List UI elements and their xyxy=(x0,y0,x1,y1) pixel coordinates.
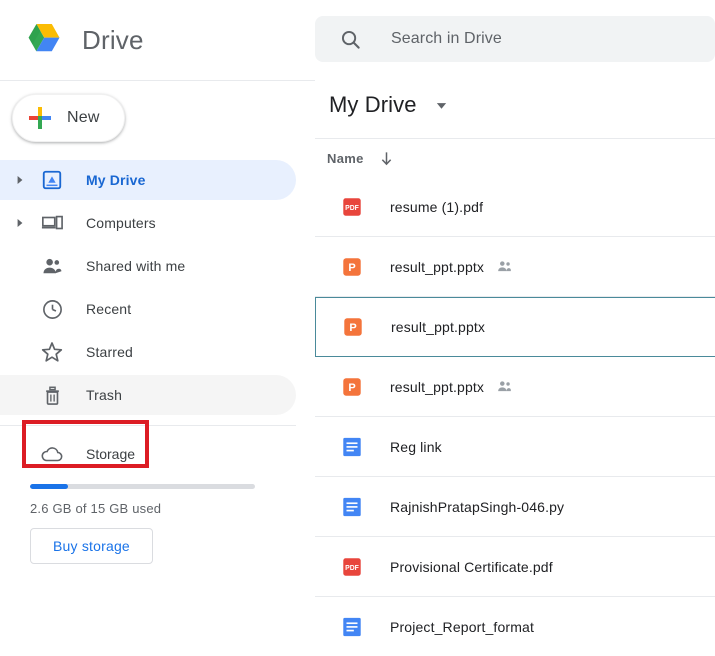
storage-progress-bar xyxy=(30,484,255,489)
sidebar-item-computers[interactable]: Computers xyxy=(0,203,296,243)
my-drive-icon xyxy=(40,168,64,192)
file-name: Project_Report_format xyxy=(390,618,534,635)
pptx-file-icon: P xyxy=(340,375,364,399)
chevron-down-icon[interactable] xyxy=(431,94,453,116)
search-icon xyxy=(338,27,362,51)
new-button-label: New xyxy=(67,109,100,126)
file-name: RajnishPratapSingh-046.py xyxy=(390,498,565,515)
search-bar: Search in Drive xyxy=(315,0,715,72)
file-list: PDF resume (1).pdf Presult_ppt.pptx Presult… xyxy=(315,177,715,656)
brand-header: Drive xyxy=(0,0,315,80)
svg-text:PDF: PDF xyxy=(345,204,359,211)
sidebar-item-shared-with-me[interactable]: Shared with me xyxy=(0,246,296,286)
arrow-down-icon[interactable] xyxy=(378,149,396,167)
main-content: Search in Drive My Drive Name PDF resume … xyxy=(315,0,715,656)
plus-icon xyxy=(27,105,53,131)
pdf-file-icon: PDF xyxy=(340,195,364,219)
gdoc-file-icon xyxy=(340,495,364,519)
computers-icon xyxy=(40,211,64,235)
file-row[interactable]: Project_Report_format xyxy=(315,597,715,656)
file-row[interactable]: Reg link xyxy=(315,417,715,477)
sidebar-item-storage[interactable]: Storage xyxy=(0,430,315,478)
file-name: Reg link xyxy=(390,438,442,455)
trash-icon xyxy=(40,383,64,407)
sidebar-item-recent[interactable]: Recent xyxy=(0,289,296,329)
file-row[interactable]: PDF resume (1).pdf xyxy=(315,177,715,237)
new-button[interactable]: New xyxy=(12,94,125,142)
header-divider xyxy=(0,80,315,81)
svg-text:P: P xyxy=(348,382,355,394)
search-input[interactable]: Search in Drive xyxy=(315,16,715,62)
pptx-file-icon: P xyxy=(340,255,364,279)
expand-triangle-icon[interactable] xyxy=(8,176,32,184)
file-row[interactable]: Presult_ppt.pptx xyxy=(315,237,715,297)
storage-divider xyxy=(0,425,296,426)
search-placeholder: Search in Drive xyxy=(391,30,502,47)
file-row[interactable]: PDF Provisional Certificate.pdf xyxy=(315,537,715,597)
svg-text:PDF: PDF xyxy=(345,564,359,571)
svg-text:P: P xyxy=(348,262,355,274)
file-row[interactable]: Presult_ppt.pptx xyxy=(315,357,715,417)
sidebar-nav: My Drive Computers Shared with me Recent… xyxy=(0,160,315,415)
shared-people-icon xyxy=(495,257,515,277)
sidebar-item-label: Shared with me xyxy=(86,258,186,274)
pdf-file-icon: PDF xyxy=(340,555,364,579)
sidebar: Drive New My Drive Computers Shared with… xyxy=(0,0,315,656)
star-icon xyxy=(40,340,64,364)
sidebar-item-label: Computers xyxy=(86,215,156,231)
file-row[interactable]: RajnishPratapSingh-046.py xyxy=(315,477,715,537)
sidebar-item-label: Recent xyxy=(86,301,132,317)
storage-label: Storage xyxy=(86,446,136,462)
file-name: resume (1).pdf xyxy=(390,198,484,215)
sidebar-item-trash[interactable]: Trash xyxy=(0,375,296,415)
breadcrumb-title[interactable]: My Drive xyxy=(329,92,417,118)
svg-text:P: P xyxy=(349,322,356,334)
file-name: Provisional Certificate.pdf xyxy=(390,558,553,575)
file-name: result_ppt.pptx xyxy=(390,378,485,395)
sidebar-item-my-drive[interactable]: My Drive xyxy=(0,160,296,200)
list-column-header: Name xyxy=(315,139,715,177)
shared-with-me-icon xyxy=(40,254,64,278)
storage-used-text: 2.6 GB of 15 GB used xyxy=(30,501,162,516)
app-title: Drive xyxy=(82,24,144,55)
file-name: result_ppt.pptx xyxy=(391,319,486,335)
new-button-wrap: New xyxy=(0,80,315,154)
sidebar-item-label: Starred xyxy=(86,344,133,360)
clock-icon xyxy=(40,297,64,321)
sidebar-item-label: My Drive xyxy=(86,172,146,188)
gdoc-file-icon xyxy=(340,435,364,459)
shared-people-icon xyxy=(495,377,515,397)
cloud-icon xyxy=(40,442,64,466)
expand-triangle-icon[interactable] xyxy=(8,219,32,227)
column-header-name[interactable]: Name xyxy=(327,151,364,166)
gdoc-file-icon xyxy=(340,615,364,639)
buy-storage-button[interactable]: Buy storage xyxy=(30,528,153,564)
google-drive-logo-icon xyxy=(14,16,74,64)
sidebar-item-label: Trash xyxy=(86,387,123,403)
breadcrumb: My Drive xyxy=(315,72,715,139)
file-row[interactable]: Presult_ppt.pptx xyxy=(315,297,715,357)
file-name: result_ppt.pptx xyxy=(390,258,485,275)
storage-progress-fill xyxy=(30,484,69,489)
pptx-file-icon: P xyxy=(341,315,365,339)
sidebar-item-starred[interactable]: Starred xyxy=(0,332,296,372)
google-drive-app: Drive New My Drive Computers Shared with… xyxy=(0,0,715,656)
